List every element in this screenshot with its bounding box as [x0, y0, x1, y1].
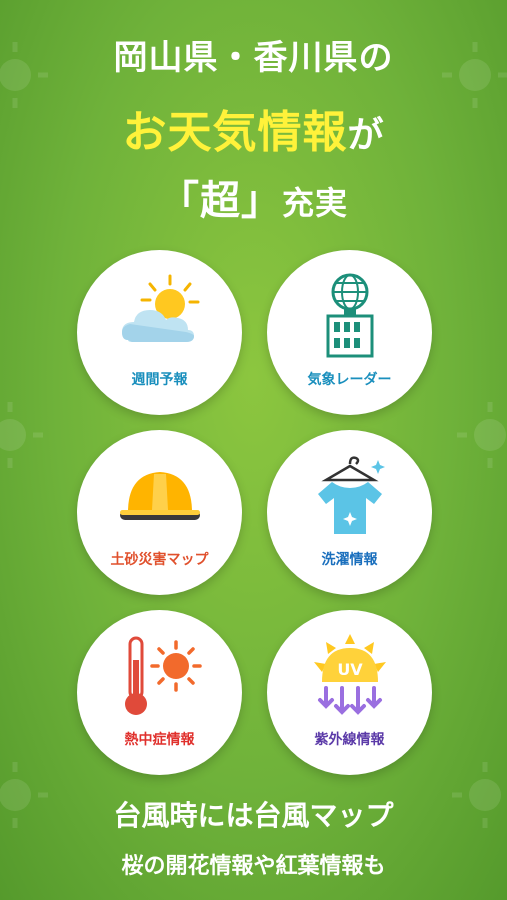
uv-sun-icon: UV	[314, 634, 386, 715]
feature-label: 熱中症情報	[124, 732, 195, 748]
feature-uv-info: UV 紫外線情報	[267, 610, 432, 775]
shirt-hanger-icon	[318, 456, 385, 534]
bg-sun-icon	[0, 402, 43, 468]
feature-landslide-map: 土砂災害マップ	[77, 430, 242, 595]
hard-hat-icon	[120, 472, 200, 520]
feature-label: 週間予報	[131, 372, 188, 388]
feature-laundry-info: 洗濯情報	[267, 430, 432, 595]
headline-emphasis: 「超」	[158, 178, 282, 224]
svg-text:UV: UV	[337, 660, 363, 679]
bg-sun-icon	[457, 402, 506, 468]
feature-label: 紫外線情報	[314, 732, 385, 748]
thermometer-sun-icon	[125, 636, 202, 715]
headline-suffix: が	[347, 115, 385, 156]
promo-screen: 岡山県・香川県の お天気情報が 「超」充実 週間予報 気象レーダー 土砂災害マッ…	[0, 0, 507, 900]
feature-label: 土砂災害マップ	[110, 552, 209, 568]
feature-heatstroke-info: 熱中症情報	[77, 610, 242, 775]
feature-label: 洗濯情報	[321, 552, 378, 568]
feature-label: 気象レーダー	[307, 372, 392, 388]
sun-cloud-icon	[122, 274, 200, 342]
headline-line-2: お天気情報が	[0, 96, 507, 160]
headline-suffix-2: 充実	[281, 184, 348, 222]
footer-line-2: 桜の開花情報や紅葉情報も	[121, 854, 386, 879]
radar-tower-icon	[326, 273, 374, 358]
headline-line-1: 岡山県・香川県の	[113, 38, 394, 78]
footer-line-1: 台風時には台風マップ	[113, 799, 394, 832]
headline-highlight: お天気情報	[122, 107, 348, 158]
feature-weekly-forecast: 週間予報	[77, 250, 242, 415]
headline-line-3: 「超」充実	[0, 168, 507, 226]
feature-weather-radar: 気象レーダー	[267, 250, 432, 415]
